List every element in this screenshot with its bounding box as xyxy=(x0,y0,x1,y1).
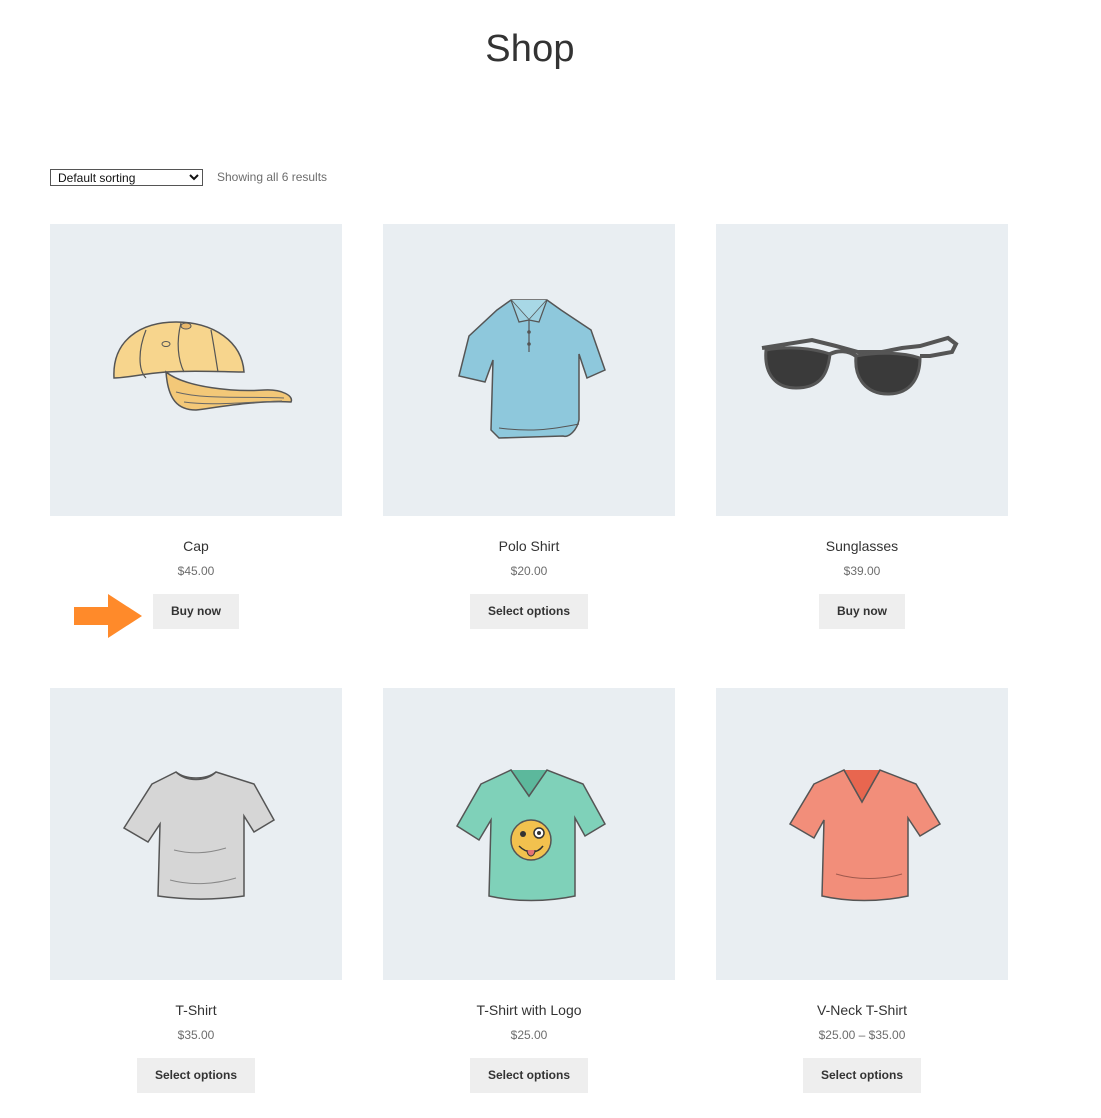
product-image[interactable] xyxy=(50,688,342,980)
product-card-cap: Cap $45.00 Buy now xyxy=(50,224,342,629)
polo-shirt-icon xyxy=(458,299,606,439)
product-name[interactable]: Cap xyxy=(50,537,342,555)
product-image[interactable] xyxy=(716,688,1008,980)
page-title: Shop xyxy=(485,28,575,70)
product-name[interactable]: T-Shirt with Logo xyxy=(383,1001,675,1019)
product-price: $45.00 xyxy=(177,564,215,578)
product-price: $25.00 xyxy=(510,1028,548,1042)
sorting-select[interactable]: Default sorting xyxy=(50,168,203,186)
select-options-button[interactable]: Select options xyxy=(802,1058,921,1093)
vneck-tshirt-icon xyxy=(788,769,942,902)
buy-now-button[interactable]: Buy now xyxy=(153,594,239,629)
product-name[interactable]: Sunglasses xyxy=(716,537,1008,555)
product-price: $35.00 xyxy=(177,1028,215,1042)
product-image[interactable] xyxy=(383,224,675,516)
tshirt-icon xyxy=(122,771,276,900)
product-name[interactable]: T-Shirt xyxy=(50,1001,342,1019)
result-count: Showing all 6 results xyxy=(217,170,328,184)
product-image[interactable] xyxy=(383,688,675,980)
orange-arrow-right-icon xyxy=(74,594,142,638)
tshirt-logo-icon xyxy=(455,769,607,902)
product-card-t-shirt-with-logo: T-Shirt with Logo $25.00 Select options xyxy=(383,688,675,1093)
product-price: $20.00 xyxy=(510,564,548,578)
product-name[interactable]: V-Neck T-Shirt xyxy=(716,1001,1008,1019)
product-image[interactable] xyxy=(50,224,342,516)
select-options-button[interactable]: Select options xyxy=(469,594,588,629)
product-card-t-shirt: T-Shirt $35.00 Select options xyxy=(50,688,342,1093)
select-options-button[interactable]: Select options xyxy=(469,1058,588,1093)
product-price: $39.00 xyxy=(843,564,881,578)
product-name[interactable]: Polo Shirt xyxy=(383,537,675,555)
buy-now-button[interactable]: Buy now xyxy=(819,594,905,629)
product-price: $25.00 – $35.00 xyxy=(818,1028,906,1042)
product-card-v-neck-t-shirt: V-Neck T-Shirt $25.00 – $35.00 Select op… xyxy=(716,688,1008,1093)
cap-icon xyxy=(113,321,293,411)
product-image[interactable] xyxy=(716,224,1008,516)
product-card-polo-shirt: Polo Shirt $20.00 Select options xyxy=(383,224,675,629)
product-card-sunglasses: Sunglasses $39.00 Buy now xyxy=(716,224,1008,629)
select-options-button[interactable]: Select options xyxy=(136,1058,255,1093)
sunglasses-icon xyxy=(761,335,959,396)
shop-toolbar: Default sorting Showing all 6 results xyxy=(50,168,327,186)
